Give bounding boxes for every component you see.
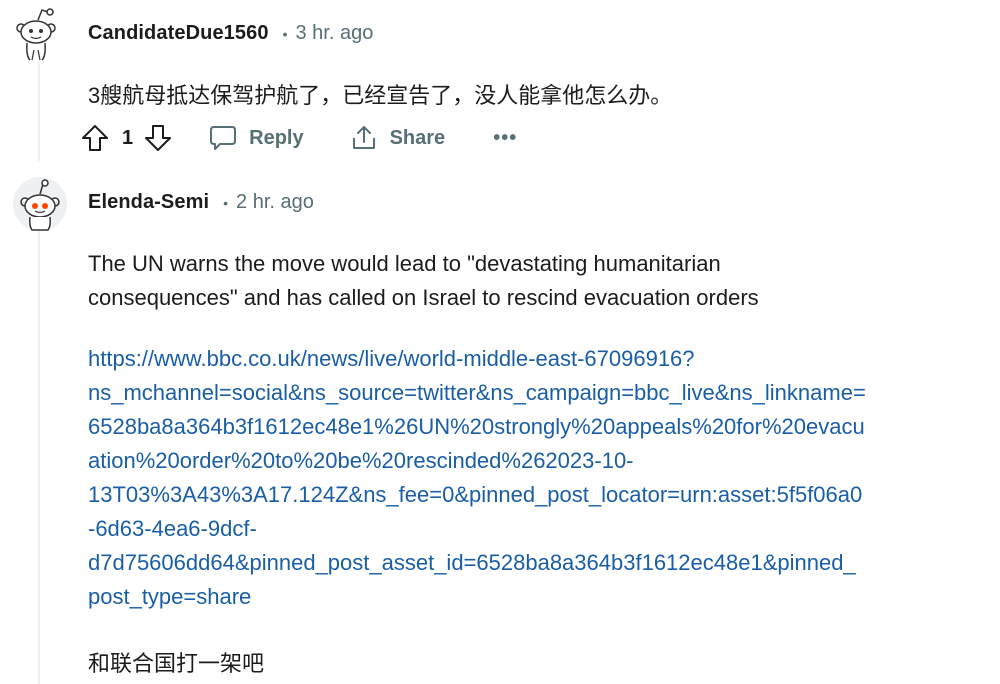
link-line: post_type=share — [88, 584, 252, 609]
reddit-snoo-avatar-icon — [13, 177, 67, 231]
share-button[interactable]: Share — [350, 124, 446, 152]
comment-action-bar: 1 Reply Share ••• — [80, 118, 517, 158]
share-upload-icon — [352, 126, 375, 149]
thread-line-main[interactable] — [38, 230, 40, 684]
comment-meta: CandidateDue1560 • 3 hr. ago — [88, 22, 373, 45]
meta-separator: • — [282, 25, 288, 42]
avatar-candidatedue1560[interactable] — [12, 6, 60, 61]
link-line: ns_mchannel=social&ns_source=twitter&ns_… — [88, 380, 866, 405]
timestamp[interactable]: 2 hr. ago — [236, 191, 314, 214]
bbc-news-link[interactable]: https://www.bbc.co.uk/news/live/world-mi… — [88, 342, 993, 614]
username[interactable]: Elenda-Semi — [88, 191, 209, 214]
link-line: ation%20order%20to%20be%20rescinded%2620… — [88, 448, 634, 473]
link-line: 13T03%3A43%3A17.124Z&ns_fee=0&pinned_pos… — [88, 482, 863, 507]
speech-bubble-icon — [210, 126, 237, 150]
reply-label: Reply — [249, 126, 304, 149]
arrow-down-icon — [145, 125, 172, 151]
body-line: consequences" and has called on Israel t… — [88, 285, 759, 310]
share-label: Share — [389, 126, 446, 149]
avatar-elenda-semi[interactable] — [12, 176, 67, 231]
comment-meta: Elenda-Semi • 2 hr. ago — [88, 191, 314, 214]
downvote-button[interactable] — [143, 123, 173, 153]
body-line: The UN warns the move would lead to "dev… — [88, 251, 721, 276]
timestamp[interactable]: 3 hr. ago — [295, 22, 373, 45]
link-line: 6528ba8a364b3f1612ec48e1%26UN%20strongly… — [88, 414, 865, 439]
username[interactable]: CandidateDue1560 — [88, 22, 269, 45]
thread-line-top[interactable] — [38, 62, 40, 162]
link-line: -6d63-4ea6-9dcf- — [88, 516, 257, 541]
link-line: d7d75606dd64&pinned_post_asset_id=6528ba… — [88, 550, 856, 575]
comment-body: 3艘航母抵达保驾护航了，已经宣告了，没人能拿他怎么办。 — [88, 83, 673, 108]
upvote-button[interactable] — [80, 123, 110, 153]
more-options-button[interactable]: ••• — [493, 127, 517, 150]
meta-separator: • — [223, 194, 229, 211]
reddit-snoo-avatar-icon — [16, 8, 56, 61]
link-line: https://www.bbc.co.uk/news/live/world-mi… — [88, 346, 695, 371]
arrow-up-icon — [82, 125, 108, 151]
body-line: 和联合国打一架吧 — [88, 651, 265, 676]
reply-button[interactable]: Reply — [209, 124, 304, 152]
vote-count: 1 — [122, 126, 134, 149]
